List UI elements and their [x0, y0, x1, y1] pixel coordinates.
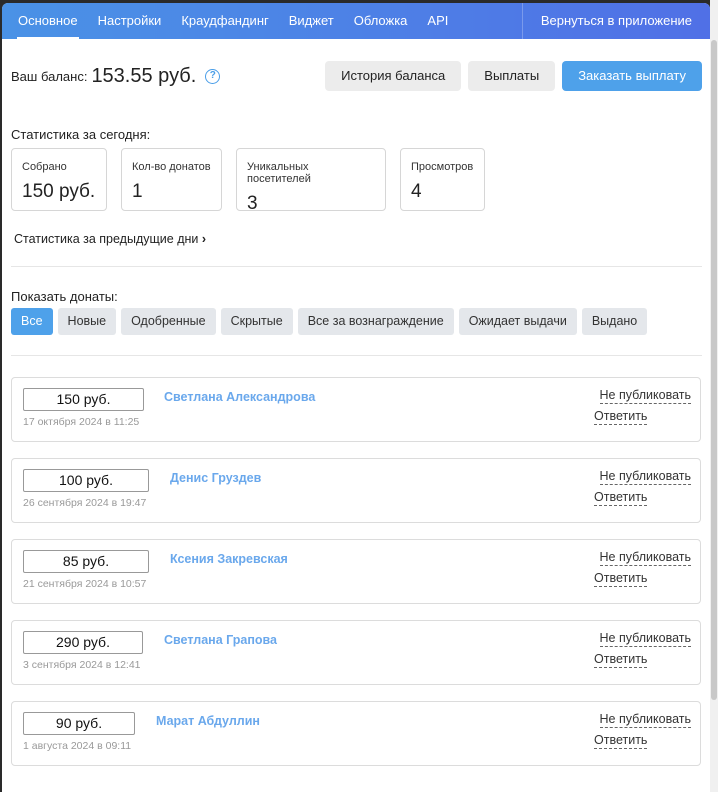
balance-row: Ваш баланс: 153.55 руб. ? История баланс…	[11, 61, 702, 91]
hide-donation-link[interactable]: Не публиковать	[599, 550, 691, 566]
stat-value: 1	[132, 181, 143, 202]
balance-label: Ваш баланс:	[11, 68, 88, 84]
tab-api[interactable]: API	[417, 3, 458, 39]
filter-hidden[interactable]: Скрытые	[220, 308, 293, 335]
filter-approved[interactable]: Одобренные	[121, 308, 216, 335]
donor-name-link[interactable]: Денис Груздев	[170, 471, 261, 485]
tab-main[interactable]: Основное	[8, 3, 88, 39]
reply-link[interactable]: Ответить	[594, 490, 648, 506]
donation-amount: 290 руб.	[23, 631, 143, 654]
donation-filters: Все Новые Одобренные Скрытые Все за возн…	[11, 308, 648, 335]
stat-card: Просмотров 4	[400, 148, 485, 211]
stat-value: 3	[247, 193, 258, 214]
stat-card: Уникальных посетителей 3	[236, 148, 386, 214]
previous-stats-link[interactable]: Статистика за предыдущие дни ›	[14, 232, 206, 246]
filter-title: Показать донаты:	[11, 289, 118, 304]
donation-item: 85 руб. 21 сентября 2024 в 10:57 Ксения …	[11, 539, 701, 604]
donor-name-link[interactable]: Светлана Александрова	[164, 390, 315, 404]
stat-card: Собрано 150 руб.	[11, 148, 107, 211]
hide-donation-link[interactable]: Не публиковать	[599, 469, 691, 485]
divider	[11, 355, 702, 356]
balance-value: 153.55 руб.	[91, 64, 197, 87]
reply-link[interactable]: Ответить	[594, 733, 648, 749]
donor-name-link[interactable]: Светлана Грапова	[164, 633, 277, 647]
filter-all[interactable]: Все	[11, 308, 53, 335]
stat-label: Кол-во донатов	[132, 161, 211, 173]
donation-item: 150 руб. 17 октября 2024 в 11:25 Светлан…	[11, 377, 701, 442]
stats-cards: Собрано 150 руб. Кол-во донатов 1 Уникальн…	[11, 148, 485, 214]
stat-label: Просмотров	[411, 161, 474, 173]
chevron-right-icon: ›	[201, 232, 207, 246]
tab-settings[interactable]: Настройки	[88, 3, 172, 39]
stats-title: Статистика за сегодня:	[11, 127, 151, 142]
scrollbar[interactable]	[710, 0, 718, 792]
payouts-button[interactable]: Выплаты	[468, 61, 556, 91]
back-to-app-link[interactable]: Вернуться в приложение	[521, 3, 710, 39]
donation-date: 17 октября 2024 в 11:25	[23, 416, 140, 428]
help-icon[interactable]: ?	[205, 68, 221, 84]
donation-date: 26 сентября 2024 в 19:47	[23, 497, 147, 509]
donor-name-link[interactable]: Ксения Закревская	[170, 552, 288, 566]
hide-donation-link[interactable]: Не публиковать	[599, 388, 691, 404]
donation-item: 90 руб. 1 августа 2024 в 09:11 Марат Абд…	[11, 701, 701, 766]
hide-donation-link[interactable]: Не публиковать	[599, 631, 691, 647]
filter-new[interactable]: Новые	[57, 308, 117, 335]
balance-history-button[interactable]: История баланса	[325, 61, 462, 91]
filter-reward[interactable]: Все за вознаграждение	[297, 308, 454, 335]
reply-link[interactable]: Ответить	[594, 571, 648, 587]
tab-crowdfunding[interactable]: Краудфандинг	[171, 3, 278, 39]
filter-issued[interactable]: Выдано	[581, 308, 648, 335]
order-payout-button[interactable]: Заказать выплату	[562, 61, 702, 91]
donation-amount: 150 руб.	[23, 388, 144, 411]
hide-donation-link[interactable]: Не публиковать	[599, 712, 691, 728]
stat-card: Кол-во донатов 1	[121, 148, 222, 211]
stat-label: Собрано	[22, 161, 67, 173]
donor-name-link[interactable]: Марат Абдуллин	[156, 714, 260, 728]
tab-widget[interactable]: Виджет	[279, 3, 344, 39]
tab-cover[interactable]: Обложка	[344, 3, 418, 39]
filter-pending[interactable]: Ожидает выдачи	[458, 308, 577, 335]
donation-item: 290 руб. 3 сентября 2024 в 12:41 Светлан…	[11, 620, 701, 685]
donation-date: 21 сентября 2024 в 10:57	[23, 578, 147, 590]
donation-date: 1 августа 2024 в 09:11	[23, 740, 132, 752]
reply-link[interactable]: Ответить	[594, 409, 648, 425]
donation-amount: 85 руб.	[23, 550, 149, 573]
reply-link[interactable]: Ответить	[594, 652, 648, 668]
stat-value: 4	[411, 181, 422, 202]
donation-item: 100 руб. 26 сентября 2024 в 19:47 Денис …	[11, 458, 701, 523]
stat-value: 150 руб.	[22, 181, 96, 202]
donation-date: 3 сентября 2024 в 12:41	[23, 659, 141, 671]
main-window: Основное Настройки Краудфандинг Виджет О…	[2, 3, 710, 792]
top-nav: Основное Настройки Краудфандинг Виджет О…	[2, 3, 710, 39]
donation-amount: 100 руб.	[23, 469, 149, 492]
donation-amount: 90 руб.	[23, 712, 135, 735]
stat-label: Уникальных посетителей	[247, 161, 311, 185]
divider	[11, 266, 702, 267]
previous-stats-label: Статистика за предыдущие дни	[14, 232, 199, 246]
